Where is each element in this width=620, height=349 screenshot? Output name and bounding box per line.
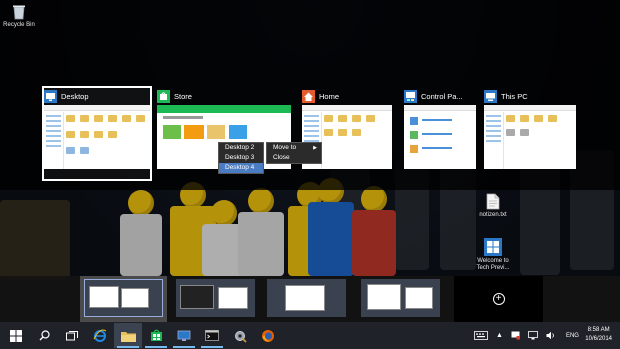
task-view-button[interactable]	[58, 323, 86, 348]
file-explorer-icon	[120, 331, 136, 342]
virtual-desktop-4[interactable]	[357, 276, 444, 322]
chevron-right-icon: ▶	[313, 145, 317, 151]
remote-desktop-icon	[177, 330, 191, 341]
tools-icon	[235, 330, 247, 343]
window-title: Home	[319, 91, 340, 101]
window-title: This PC	[501, 91, 528, 101]
submenu-item-desktop-2[interactable]: Desktop 2	[219, 143, 263, 153]
desktop-icon-label: Welcome to Tech Previ...	[476, 258, 510, 271]
search-button[interactable]	[30, 323, 58, 348]
virtual-desktop-2[interactable]	[172, 276, 259, 322]
window-title: Desktop	[61, 91, 89, 101]
taskbar-app-command-prompt[interactable]	[198, 323, 226, 348]
context-menu: Move to ▶ Close	[266, 142, 322, 164]
store-icon	[157, 89, 170, 103]
window-titlebar: This PC	[484, 88, 528, 104]
window-titlebar: Desktop	[44, 88, 89, 104]
taskbar-app-file-explorer[interactable]	[114, 323, 142, 348]
text-file-icon	[486, 193, 500, 210]
window-titlebar: Control Pa...	[404, 88, 463, 104]
store-icon	[150, 329, 162, 341]
menu-item-label: Move to	[273, 144, 297, 151]
windows-start-icon	[10, 329, 22, 342]
chevron-up-icon[interactable]: ▲	[496, 332, 503, 339]
desktop-icon-notizen[interactable]: notizen.txt	[476, 193, 510, 219]
recycle-bin-icon	[13, 5, 25, 20]
menu-item-close[interactable]: Close	[267, 153, 321, 163]
window-title: Control Pa...	[421, 91, 463, 101]
volume-icon[interactable]	[546, 331, 556, 340]
desktop-icon-welcome[interactable]: Welcome to Tech Previ...	[472, 238, 514, 272]
clock-date: 10/6/2014	[585, 336, 612, 342]
submenu-item-desktop-3[interactable]: Desktop 3	[219, 153, 263, 163]
window-thumbnail	[44, 105, 150, 169]
virtual-desktop-1[interactable]	[80, 276, 167, 322]
window-thumbnail	[404, 105, 476, 169]
clock-time: 8:58 AM	[587, 327, 610, 333]
home-icon	[302, 89, 315, 103]
menu-item-label: Desktop 4	[225, 164, 255, 171]
keyboard-icon[interactable]	[474, 331, 488, 340]
taskbar-app-store[interactable]	[142, 323, 170, 348]
action-center-icon[interactable]	[511, 331, 520, 340]
command-prompt-icon	[205, 330, 219, 341]
taskbar-app-firefox[interactable]	[254, 323, 282, 348]
window-titlebar: Home	[302, 88, 339, 104]
task-view-icon	[66, 330, 78, 340]
window-title: Store	[174, 91, 192, 101]
system-tray: ▲ ENG	[474, 322, 579, 349]
taskbar-app-tools[interactable]	[226, 323, 254, 348]
move-to-submenu: Desktop 2 Desktop 3 Desktop 4	[218, 142, 264, 174]
desktop-icon	[44, 89, 57, 103]
desktop-icon-recycle-bin[interactable]: Recycle Bin	[2, 4, 36, 29]
add-desktop-button[interactable]: +	[454, 276, 543, 322]
menu-item-move-to[interactable]: Move to ▶	[267, 143, 321, 153]
taskbar-app-internet-explorer[interactable]	[86, 323, 114, 348]
firefox-icon	[262, 329, 274, 342]
virtual-desktop-3[interactable]	[263, 276, 350, 322]
network-icon[interactable]	[528, 331, 538, 340]
control-panel-icon	[404, 89, 417, 103]
desktop-icon-label: Recycle Bin	[3, 22, 35, 28]
submenu-item-desktop-4[interactable]: Desktop 4	[219, 163, 263, 173]
taskbar-app-remote-desktop[interactable]	[170, 323, 198, 348]
clock[interactable]: 8:58 AM 10/6/2014	[585, 326, 612, 344]
window-titlebar: Store	[157, 88, 192, 104]
menu-item-label: Desktop 3	[225, 154, 255, 161]
language-indicator[interactable]: ENG	[566, 333, 579, 339]
start-button[interactable]	[2, 323, 30, 348]
taskbar: ▲ ENG 8:58 AM 10/6/2014	[0, 322, 620, 349]
plus-icon: +	[492, 293, 505, 305]
desktop-icon-label: notizen.txt	[479, 212, 507, 218]
menu-item-label: Desktop 2	[225, 144, 255, 151]
window-thumbnail	[484, 105, 576, 169]
virtual-desktops-bar: +	[0, 276, 620, 322]
windows-logo-icon	[484, 238, 502, 256]
internet-explorer-icon	[93, 329, 107, 342]
search-icon	[39, 330, 50, 341]
this-pc-icon	[484, 89, 497, 103]
menu-item-label: Close	[273, 154, 290, 161]
